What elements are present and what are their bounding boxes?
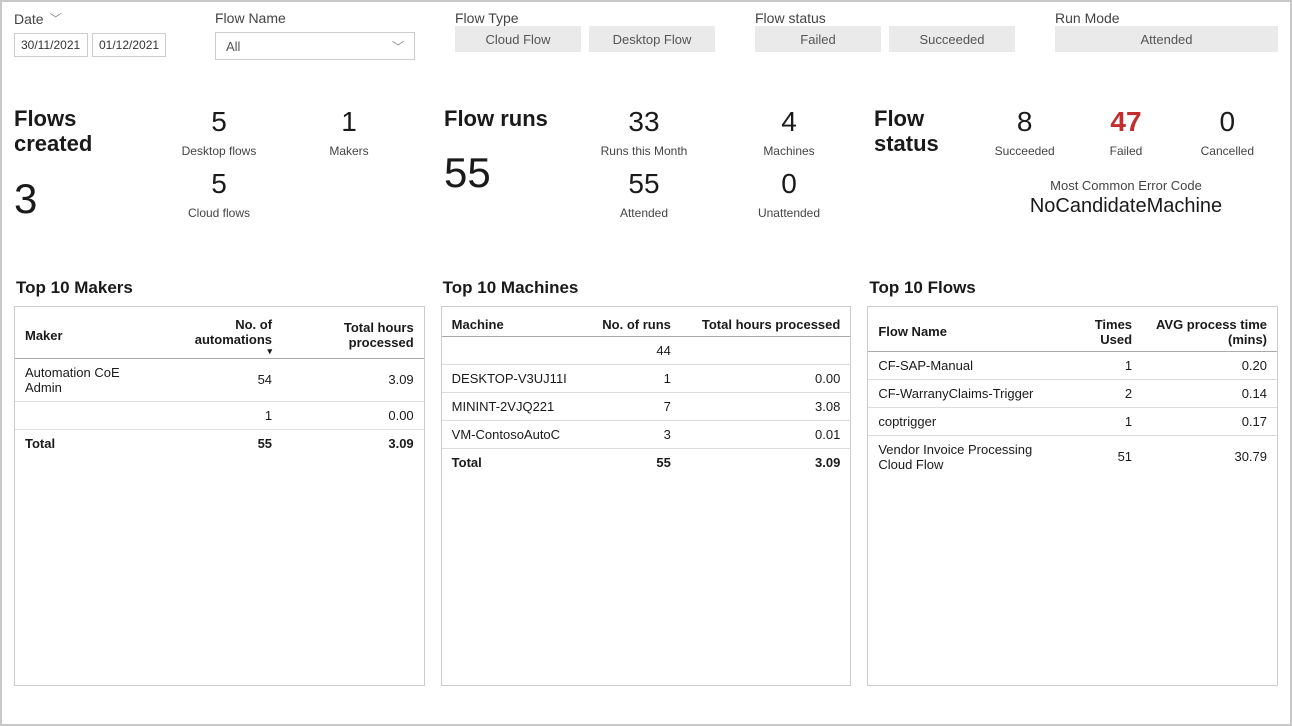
date-label: Date [14, 11, 44, 27]
kpi-machines-label: Machines [763, 144, 814, 158]
kpi-cancelled-value: 0 [1220, 106, 1236, 138]
kpi-unattended-label: Unattended [758, 206, 820, 220]
kpi-month-value: 33 [628, 106, 659, 138]
flows-col2[interactable]: Times Used [1063, 307, 1143, 352]
kpi-succeeded-value: 8 [1017, 106, 1033, 138]
kpi-machines-value: 4 [781, 106, 797, 138]
filter-date: Date ﹀ 30/11/2021 01/12/2021 [14, 10, 199, 66]
table-row[interactable]: Vendor Invoice Processing Cloud Flow 51 … [868, 435, 1277, 478]
filter-flowtype: Flow Type Cloud Flow Desktop Flow [455, 10, 715, 66]
flowtype-cloud-button[interactable]: Cloud Flow [455, 26, 581, 52]
kpi-flows-created: Flows created 3 5 Desktop flows 5 Cloud … [14, 106, 414, 223]
makers-title: Top 10 Makers [16, 278, 425, 298]
flows-table: Flow Name Times Used AVG process time (m… [868, 307, 1277, 478]
table-row[interactable]: CF-WarranyClaims-Trigger 2 0.14 [868, 379, 1277, 407]
table-row[interactable]: 1 0.00 [15, 401, 424, 429]
table-row[interactable]: coptrigger 1 0.17 [868, 407, 1277, 435]
kpi-desktop-value: 5 [211, 106, 227, 138]
kpi-fc-label: Flows created [14, 106, 154, 157]
filter-flowstatus: Flow status Failed Succeeded [755, 10, 1015, 66]
kpi-month-label: Runs this Month [601, 144, 688, 158]
kpi-attended-value: 55 [628, 168, 659, 200]
chevron-down-icon[interactable]: ﹀ [50, 10, 62, 27]
kpi-succeeded-label: Succeeded [995, 144, 1055, 158]
makers-col2[interactable]: No. of automations▾ [154, 307, 282, 359]
table-row[interactable]: Automation CoE Admin 54 3.09 [15, 358, 424, 401]
table-row[interactable]: VM-ContosoAutoC 3 0.01 [442, 420, 851, 448]
date-end-input[interactable]: 01/12/2021 [92, 33, 166, 57]
kpi-fs-label: Flow status [874, 106, 974, 157]
flowname-label: Flow Name [215, 10, 415, 26]
kpi-makers-label: Makers [329, 144, 368, 158]
filter-flowname: Flow Name All ﹀ [215, 10, 415, 66]
filter-runmode: Run Mode Attended [1055, 10, 1278, 66]
machines-col1[interactable]: Machine [442, 307, 586, 337]
flows-title: Top 10 Flows [869, 278, 1278, 298]
kpi-err-code: NoCandidateMachine [974, 195, 1278, 218]
kpi-desktop-label: Desktop flows [182, 144, 257, 158]
card-top-flows: Top 10 Flows Flow Name Times Used AVG pr… [867, 278, 1278, 686]
kpi-flow-runs: Flow runs 55 33 Runs this Month 55 Atten… [444, 106, 854, 223]
table-row[interactable]: CF-SAP-Manual 1 0.20 [868, 351, 1277, 379]
kpi-attended-label: Attended [620, 206, 668, 220]
flowtype-label: Flow Type [455, 10, 715, 26]
flowstatus-succeeded-button[interactable]: Succeeded [889, 26, 1015, 52]
kpi-cloud-value: 5 [211, 168, 227, 200]
table-row[interactable]: MININT-2VJQ221 7 3.08 [442, 392, 851, 420]
date-start-input[interactable]: 30/11/2021 [14, 33, 88, 57]
filters-bar: Date ﹀ 30/11/2021 01/12/2021 Flow Name A… [14, 10, 1278, 66]
flowname-dropdown[interactable]: All ﹀ [215, 32, 415, 60]
runmode-attended-button[interactable]: Attended [1055, 26, 1278, 52]
table-row[interactable]: DESKTOP-V3UJ11I 1 0.00 [442, 364, 851, 392]
machines-col3[interactable]: Total hours processed [681, 307, 850, 337]
makers-table: Maker No. of automations▾ Total hours pr… [15, 307, 424, 457]
table-total-row: Total 55 3.09 [442, 448, 851, 476]
machines-table: Machine No. of runs Total hours processe… [442, 307, 851, 476]
table-total-row: Total 55 3.09 [15, 429, 424, 457]
kpi-failed-value: 47 [1110, 106, 1141, 138]
chevron-down-icon: ﹀ [392, 38, 404, 55]
kpi-row: Flows created 3 5 Desktop flows 5 Cloud … [14, 106, 1278, 223]
machines-title: Top 10 Machines [443, 278, 852, 298]
table-row[interactable]: 44 [442, 336, 851, 364]
kpi-fr-label: Flow runs [444, 106, 564, 131]
kpi-flow-status: Flow status 8 Succeeded 47 Failed 0 Canc… [874, 106, 1278, 223]
card-top-makers: Top 10 Makers Maker No. of automations▾ … [14, 278, 425, 686]
flowstatus-failed-button[interactable]: Failed [755, 26, 881, 52]
flowname-value: All [226, 39, 240, 54]
kpi-err-caption: Most Common Error Code [974, 178, 1278, 193]
kpi-cancelled-label: Cancelled [1201, 144, 1254, 158]
kpi-cloud-label: Cloud flows [188, 206, 250, 220]
kpi-makers-value: 1 [341, 106, 357, 138]
machines-col2[interactable]: No. of runs [586, 307, 681, 337]
makers-col1[interactable]: Maker [15, 307, 154, 359]
flows-col1[interactable]: Flow Name [868, 307, 1062, 352]
kpi-fc-value: 3 [14, 175, 154, 223]
tables-row: Top 10 Makers Maker No. of automations▾ … [14, 278, 1278, 686]
sort-desc-icon: ▾ [164, 349, 272, 354]
flowtype-desktop-button[interactable]: Desktop Flow [589, 26, 715, 52]
makers-col3[interactable]: Total hours processed [282, 307, 424, 359]
flows-col3[interactable]: AVG process time (mins) [1142, 307, 1277, 352]
flowstatus-label: Flow status [755, 10, 1015, 26]
kpi-unattended-value: 0 [781, 168, 797, 200]
kpi-failed-label: Failed [1110, 144, 1143, 158]
kpi-fr-value: 55 [444, 149, 564, 197]
card-top-machines: Top 10 Machines Machine No. of runs Tota… [441, 278, 852, 686]
runmode-label: Run Mode [1055, 10, 1278, 26]
